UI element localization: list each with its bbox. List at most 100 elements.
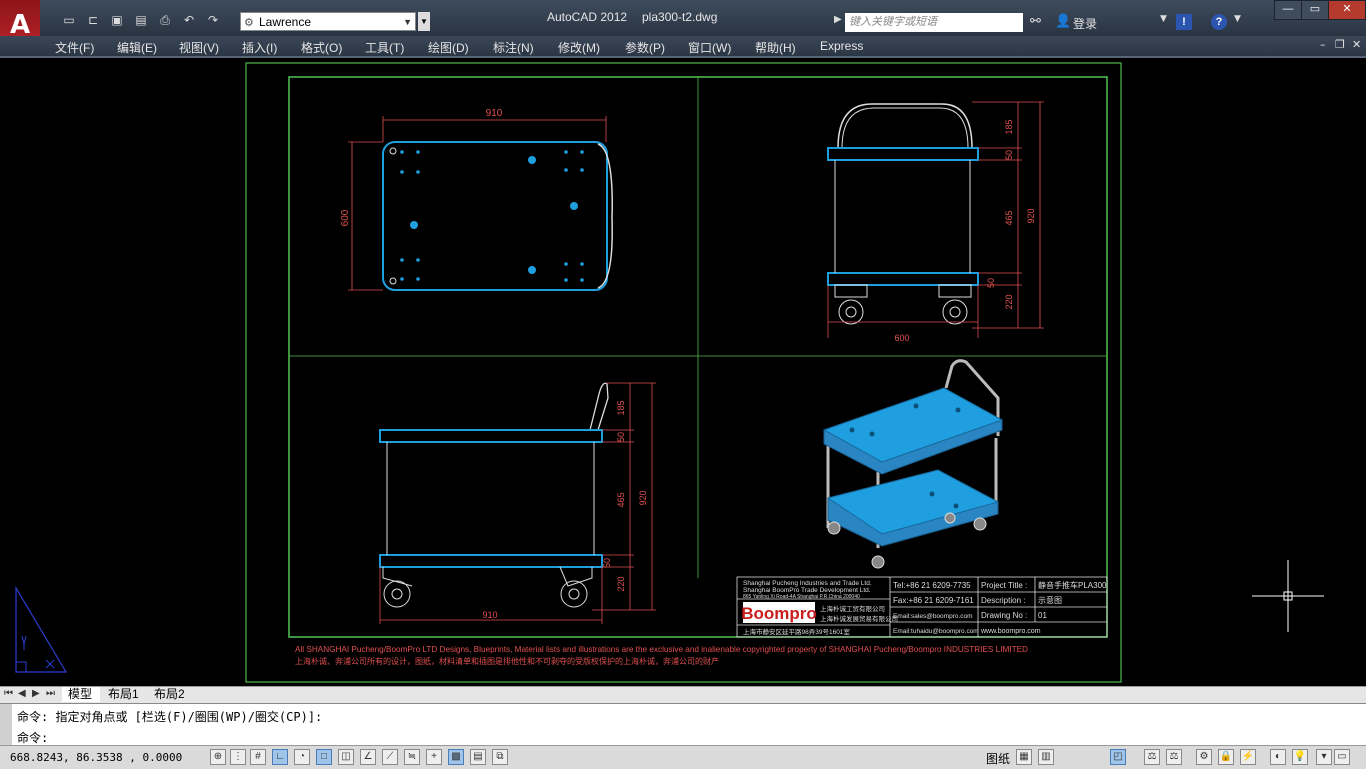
status-tray-icon[interactable]: 💡	[1292, 749, 1308, 765]
workspace-dropdown[interactable]: ⚙ Lawrence ▼	[240, 12, 416, 31]
polar-tracking-icon[interactable]: ◔	[294, 749, 310, 765]
command-window-grip[interactable]	[0, 704, 12, 746]
new-icon[interactable]: ▭	[60, 12, 78, 28]
qat-customize-button[interactable]: ▼	[418, 12, 430, 31]
otrack-icon[interactable]: ∠	[360, 749, 376, 765]
menu-tools[interactable]: 工具(T)	[365, 39, 404, 56]
lineweight-icon[interactable]: +	[426, 749, 442, 765]
grid-display-icon[interactable]: #	[250, 749, 266, 765]
open-icon[interactable]: ⊏	[84, 12, 102, 28]
workspace-switch-icon[interactable]: ⚙	[1196, 749, 1212, 765]
menu-insert[interactable]: 插入(I)	[242, 39, 277, 56]
restore-button[interactable]: ▭	[1301, 0, 1329, 20]
side-lower-shelf	[827, 272, 979, 286]
menu-modify[interactable]: 修改(M)	[558, 39, 600, 56]
search-input[interactable]: 键入关键字或短语	[845, 13, 1023, 32]
toolbar-lock-icon[interactable]: 🔒	[1218, 749, 1234, 765]
annotation-visibility-icon[interactable]: ⚖	[1166, 749, 1182, 765]
quick-access-toolbar: ▭ ⊏ ▣ ▤ ⎙ ↶ ↷	[46, 12, 222, 28]
menu-window[interactable]: 窗口(W)	[688, 39, 731, 56]
top-handle	[597, 143, 613, 289]
menu-dimension[interactable]: 标注(N)	[493, 39, 534, 56]
menu-express[interactable]: Express	[820, 39, 863, 53]
maximize-viewport-icon[interactable]: ◰	[1110, 749, 1126, 765]
prev-tab-icon[interactable]: ◀	[18, 688, 26, 699]
side-dim-50b: 50	[986, 278, 996, 288]
menu-format[interactable]: 格式(O)	[301, 39, 342, 56]
side-dim-920: 920	[1026, 208, 1036, 223]
dynamic-input-icon[interactable]: ≒	[404, 749, 420, 765]
coordinate-readout[interactable]: 668.8243, 86.3538 , 0.0000	[10, 751, 182, 764]
front-handle	[589, 382, 609, 431]
quick-view-drawings-icon[interactable]: ▥	[1038, 749, 1054, 765]
tb-brand-logo: Boompro	[741, 604, 817, 623]
top-bolt-4	[528, 266, 536, 274]
transparency-icon[interactable]: ▩	[448, 749, 464, 765]
tb-desc-value: 示意图	[1038, 595, 1062, 605]
login-button[interactable]: 登录	[1073, 15, 1097, 32]
menu-parameter[interactable]: 参数(P)	[625, 39, 665, 56]
binoculars-icon[interactable]: ⚯	[1030, 14, 1041, 29]
menu-bar: 文件(F) 编辑(E) 视图(V) 插入(I) 格式(O) 工具(T) 绘图(D…	[0, 36, 1366, 56]
isolate-objects-icon[interactable]: ◐	[1270, 749, 1286, 765]
title-block: Shanghai Pucheng Industries and Trade Lt…	[736, 576, 1108, 638]
user-icon: 👤	[1055, 14, 1072, 29]
hardware-accel-icon[interactable]: ⚡	[1240, 749, 1256, 765]
menu-view[interactable]: 视图(V)	[179, 39, 219, 56]
command-input[interactable]: 命令:	[17, 729, 48, 746]
help-dropdown-icon[interactable]: ▼	[1234, 14, 1241, 24]
selection-cycling-icon[interactable]: ⧉	[492, 749, 508, 765]
top-depth-label: 600	[340, 209, 351, 226]
app-title: AutoCAD 2012	[547, 10, 628, 24]
ortho-mode-icon[interactable]: ∟	[272, 749, 288, 765]
top-view: 910 600	[340, 108, 613, 291]
layout-tab-bar: ⏮ ◀ ▶ ⏭ 模型 布局1 布局2	[0, 686, 1366, 703]
doc-minimize-button[interactable]: –	[1320, 38, 1326, 51]
undo-icon[interactable]: ↶	[180, 12, 198, 28]
clean-screen-icon[interactable]: ▭	[1334, 749, 1350, 765]
title-bar: A ▭ ⊏ ▣ ▤ ⎙ ↶ ↷ ⚙ Lawrence ▼ ▼ AutoCAD 2…	[0, 0, 1366, 50]
login-dropdown-icon[interactable]: ▼	[1160, 14, 1167, 24]
save-as-icon[interactable]: ▤	[132, 12, 150, 28]
status-bar: 668.8243, 86.3538 , 0.0000 ⊕ ⋮ # ∟ ◔ □ ◫…	[0, 745, 1366, 769]
tb-company-en2: Shanghai BoomPro Trade Development Ltd.	[743, 587, 871, 594]
infer-constraints-icon[interactable]: ⊕	[210, 749, 226, 765]
snap-mode-icon[interactable]: ⋮	[230, 749, 246, 765]
top-bolt-1	[528, 156, 536, 164]
space-label[interactable]: 图纸	[986, 750, 1010, 767]
side-dim-50a: 50	[1004, 150, 1014, 160]
menu-draw[interactable]: 绘图(D)	[428, 39, 469, 56]
tab-model[interactable]: 模型	[62, 687, 101, 702]
quick-properties-icon[interactable]: ▤	[470, 749, 486, 765]
front-view: 185 50 465 920 50 220 910	[379, 382, 656, 624]
ducs-icon[interactable]: ⟋	[382, 749, 398, 765]
quick-view-layouts-icon[interactable]: ▦	[1016, 749, 1032, 765]
doc-close-button[interactable]: ✕	[1352, 38, 1361, 51]
doc-restore-button[interactable]: ❐	[1335, 38, 1345, 51]
save-icon[interactable]: ▣	[108, 12, 126, 28]
last-tab-icon[interactable]: ⏭	[46, 688, 55, 699]
tb-project-label: Project Title :	[981, 581, 1027, 590]
menu-edit[interactable]: 编辑(E)	[117, 39, 157, 56]
first-tab-icon[interactable]: ⏮	[4, 688, 13, 699]
exchange-icon[interactable]: !	[1176, 14, 1192, 30]
object-snap-icon[interactable]: □	[316, 749, 332, 765]
status-menu-icon[interactable]: ▾	[1316, 749, 1332, 765]
search-expand-icon[interactable]: ▶	[834, 14, 842, 25]
menu-help[interactable]: 帮助(H)	[755, 39, 796, 56]
next-tab-icon[interactable]: ▶	[32, 688, 40, 699]
drawing-canvas[interactable]: 910 600 185 50 465 920 50 220 600 185 50…	[2, 58, 1364, 686]
annotation-scale-icon[interactable]: ⚖	[1144, 749, 1160, 765]
help-icon[interactable]: ?	[1211, 14, 1227, 30]
front-lower-shelf	[379, 554, 603, 568]
menu-file[interactable]: 文件(F)	[55, 39, 94, 56]
close-button[interactable]: ✕	[1328, 0, 1366, 20]
tab-layout2[interactable]: 布局2	[148, 687, 193, 702]
cad-drawing: 910 600 185 50 465 920 50 220 600 185 50…	[245, 62, 1122, 683]
3d-osnap-icon[interactable]: ◫	[338, 749, 354, 765]
minimize-button[interactable]: —	[1274, 0, 1302, 20]
tab-layout1[interactable]: 布局1	[102, 687, 147, 702]
redo-icon[interactable]: ↷	[204, 12, 222, 28]
print-icon[interactable]: ⎙	[156, 12, 174, 28]
top-bolt-2	[570, 202, 578, 210]
